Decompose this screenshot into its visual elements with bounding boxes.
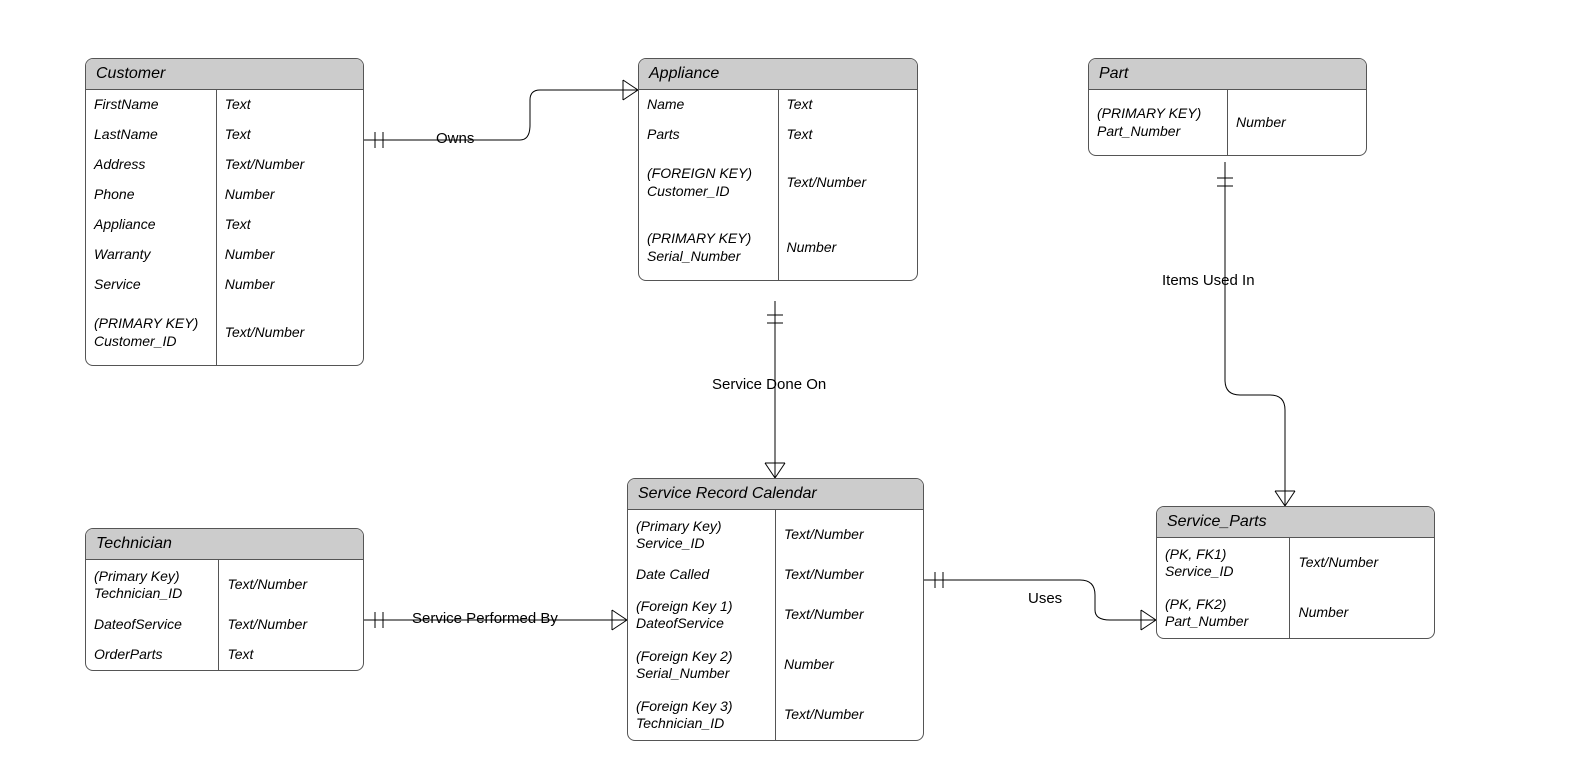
field-name: Warranty [86, 240, 216, 270]
field-type: Text/Number [219, 560, 363, 610]
field-type: Text/Number [1290, 538, 1434, 588]
field-name: Name [639, 90, 778, 120]
field-type: Text/Number [776, 510, 923, 560]
field-name: OrderParts [86, 640, 218, 670]
field-type: Text [779, 90, 918, 120]
field-type: Number [1228, 90, 1366, 155]
entity-service-parts: Service_Parts (PK, FK1) Service_ID (PK, … [1156, 506, 1435, 639]
entity-technician-title: Technician [86, 529, 363, 560]
field-name: (Foreign Key 3) Technician_ID [628, 690, 775, 740]
field-type: Text [779, 120, 918, 150]
label-service-performed-by: Service Performed By [412, 610, 558, 627]
label-owns: Owns [436, 130, 474, 147]
field-type: Text [217, 120, 363, 150]
field-name: (Primary Key) Technician_ID [86, 560, 218, 610]
field-type: Number [779, 215, 918, 280]
field-type: Text/Number [776, 690, 923, 740]
field-name: LastName [86, 120, 216, 150]
field-name: FirstName [86, 90, 216, 120]
field-name: Service [86, 270, 216, 300]
field-type: Text [217, 210, 363, 240]
field-type: Number [217, 180, 363, 210]
field-name: Date Called [628, 560, 775, 590]
field-name: (Foreign Key 2) Serial_Number [628, 640, 775, 690]
field-name: (FOREIGN KEY) Customer_ID [639, 150, 778, 215]
field-type: Number [1290, 588, 1434, 638]
entity-appliance: Appliance Name Parts (FOREIGN KEY) Custo… [638, 58, 918, 281]
field-type: Text/Number [776, 560, 923, 590]
field-type: Number [217, 240, 363, 270]
label-service-done-on: Service Done On [712, 376, 826, 393]
field-name: (Foreign Key 1) DateofService [628, 590, 775, 640]
field-name: (PK, FK1) Service_ID [1157, 538, 1289, 588]
field-name: Appliance [86, 210, 216, 240]
entity-service-record-title: Service Record Calendar [628, 479, 923, 510]
field-name: (Primary Key) Service_ID [628, 510, 775, 560]
field-type: Text/Number [219, 610, 363, 640]
field-type: Text/Number [779, 150, 918, 215]
field-type: Text [217, 90, 363, 120]
field-name: Address [86, 150, 216, 180]
field-name: (PK, FK2) Part_Number [1157, 588, 1289, 638]
field-type: Text/Number [776, 590, 923, 640]
field-type: Text/Number [217, 150, 363, 180]
entity-service-parts-title: Service_Parts [1157, 507, 1434, 538]
entity-service-record: Service Record Calendar (Primary Key) Se… [627, 478, 924, 741]
field-name: Parts [639, 120, 778, 150]
field-type: Number [776, 640, 923, 690]
entity-technician: Technician (Primary Key) Technician_ID D… [85, 528, 364, 671]
field-type: Text [219, 640, 363, 670]
entity-customer-title: Customer [86, 59, 363, 90]
field-type: Number [217, 270, 363, 300]
entity-customer: Customer FirstName LastName Address Phon… [85, 58, 364, 366]
entity-part-title: Part [1089, 59, 1366, 90]
field-name: Phone [86, 180, 216, 210]
field-name: (PRIMARY KEY) Part_Number [1089, 90, 1227, 155]
field-name: (PRIMARY KEY) Customer_ID [86, 300, 216, 365]
label-items-used-in: Items Used In [1162, 272, 1255, 289]
field-name: (PRIMARY KEY) Serial_Number [639, 215, 778, 280]
label-uses: Uses [1028, 590, 1062, 607]
entity-part: Part (PRIMARY KEY) Part_Number Number [1088, 58, 1367, 156]
field-name: DateofService [86, 610, 218, 640]
field-type: Text/Number [217, 300, 363, 365]
entity-appliance-title: Appliance [639, 59, 917, 90]
